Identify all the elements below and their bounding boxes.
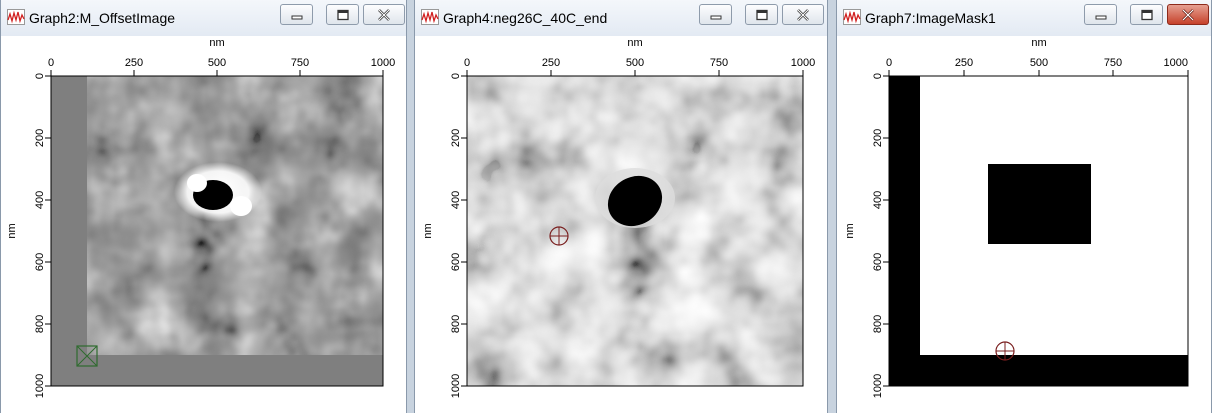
- maximize-button[interactable]: [326, 4, 359, 25]
- x-tick-label: 750: [1104, 57, 1122, 69]
- x-axis-label: nm: [1031, 37, 1046, 49]
- window-title: Graph7:ImageMask1: [865, 10, 996, 26]
- window-titlebar[interactable]: Graph7:ImageMask1: [837, 0, 1211, 36]
- maximize-button[interactable]: [1130, 4, 1163, 25]
- graph-window-icon: [421, 9, 439, 25]
- plot-area: 0 250 500 750 1000 nm 0 200 400 600 800 …: [837, 36, 1211, 413]
- x-tick-label: 250: [955, 57, 973, 69]
- y-tick-label: 200: [872, 129, 884, 147]
- maximize-button[interactable]: [745, 4, 778, 25]
- plot-area: 0 250 500 750 1000 nm 0 200 400 600 800 …: [1, 36, 406, 413]
- y-axis-label: nm: [422, 223, 434, 238]
- x-tick-label: 0: [48, 57, 54, 69]
- maximize-icon: [755, 9, 768, 20]
- y-tick-label: 0: [872, 73, 884, 79]
- close-icon: [797, 8, 809, 21]
- x-axis-ticks: [50, 70, 384, 76]
- x-tick-label: 500: [208, 57, 226, 69]
- y-tick-label: 0: [34, 73, 46, 79]
- maximize-icon: [1140, 9, 1153, 20]
- graph7-window[interactable]: Graph7:ImageMask1 0 250 500 750 1000 nm …: [836, 0, 1212, 413]
- x-tick-label: 500: [1030, 57, 1048, 69]
- close-icon: [378, 8, 390, 21]
- y-tick-label: 400: [450, 191, 462, 209]
- crosshair-cursor-icon[interactable]: [995, 341, 1015, 361]
- window-title: Graph2:M_OffsetImage: [29, 10, 176, 26]
- mask-black-block: [988, 164, 1091, 244]
- y-axis-ticks: [461, 75, 467, 387]
- y-tick-label: 800: [872, 315, 884, 333]
- close-button[interactable]: [1167, 4, 1209, 25]
- y-tick-label: 800: [34, 315, 46, 333]
- close-button[interactable]: [363, 4, 405, 25]
- y-tick-label: 800: [450, 315, 462, 333]
- y-axis-label: nm: [6, 223, 18, 238]
- y-tick-label: 400: [872, 191, 884, 209]
- y-tick-label: 200: [34, 129, 46, 147]
- y-tick-label: 600: [872, 253, 884, 271]
- x-tick-label: 1000: [1164, 57, 1188, 69]
- mask-image: [889, 76, 1188, 386]
- x-tick-label: 1000: [791, 57, 815, 69]
- maximize-icon: [336, 9, 349, 20]
- y-tick-label: 600: [34, 253, 46, 271]
- y-tick-label: 600: [450, 253, 462, 271]
- minimize-button[interactable]: [280, 4, 313, 25]
- x-tick-label: 0: [464, 57, 470, 69]
- x-tick-label: 0: [886, 57, 892, 69]
- graph2-window[interactable]: Graph2:M_OffsetImage 0 250 500 750 1000 …: [0, 0, 407, 413]
- y-tick-label: 1000: [872, 374, 884, 398]
- y-tick-label: 400: [34, 191, 46, 209]
- x-tick-label: 750: [710, 57, 728, 69]
- x-tick-label: 250: [125, 57, 143, 69]
- x-tick-label: 250: [542, 57, 560, 69]
- minimize-icon: [291, 15, 302, 19]
- graph-window-icon: [843, 9, 861, 25]
- close-button[interactable]: [782, 4, 824, 25]
- x-tick-label: 750: [291, 57, 309, 69]
- crosshair-cursor-icon[interactable]: [549, 226, 569, 246]
- y-tick-label: 200: [450, 129, 462, 147]
- y-tick-label: 0: [450, 73, 462, 79]
- x-axis-label: nm: [209, 37, 224, 49]
- y-tick-label: 1000: [34, 374, 46, 398]
- y-axis-ticks: [883, 75, 889, 387]
- graph-window-icon: [7, 9, 25, 25]
- minimize-button[interactable]: [1084, 4, 1117, 25]
- window-titlebar[interactable]: Graph2:M_OffsetImage: [1, 0, 406, 36]
- minimize-button[interactable]: [699, 4, 732, 25]
- afm-image: [467, 76, 803, 386]
- window-titlebar[interactable]: Graph4:neg26C_40C_end: [415, 0, 827, 36]
- afm-image: [51, 76, 383, 386]
- minimize-icon: [1095, 15, 1106, 19]
- y-tick-label: 1000: [450, 374, 462, 398]
- x-tick-label: 1000: [371, 57, 395, 69]
- plot-area: 0 250 500 750 1000 nm 0 200 400 600 800 …: [415, 36, 827, 413]
- x-tick-label: 500: [626, 57, 644, 69]
- y-axis-ticks: [45, 75, 51, 387]
- image-texture: [467, 76, 803, 386]
- graph4-window[interactable]: Graph4:neg26C_40C_end 0 250 500 750 1000…: [414, 0, 828, 413]
- close-icon: [1182, 8, 1194, 21]
- x-axis-label: nm: [627, 37, 642, 49]
- x-axis-ticks: [466, 70, 804, 76]
- x-axis-ticks: [888, 70, 1189, 76]
- y-axis-label: nm: [844, 223, 856, 238]
- minimize-icon: [710, 15, 721, 19]
- window-title: Graph4:neg26C_40C_end: [443, 10, 608, 26]
